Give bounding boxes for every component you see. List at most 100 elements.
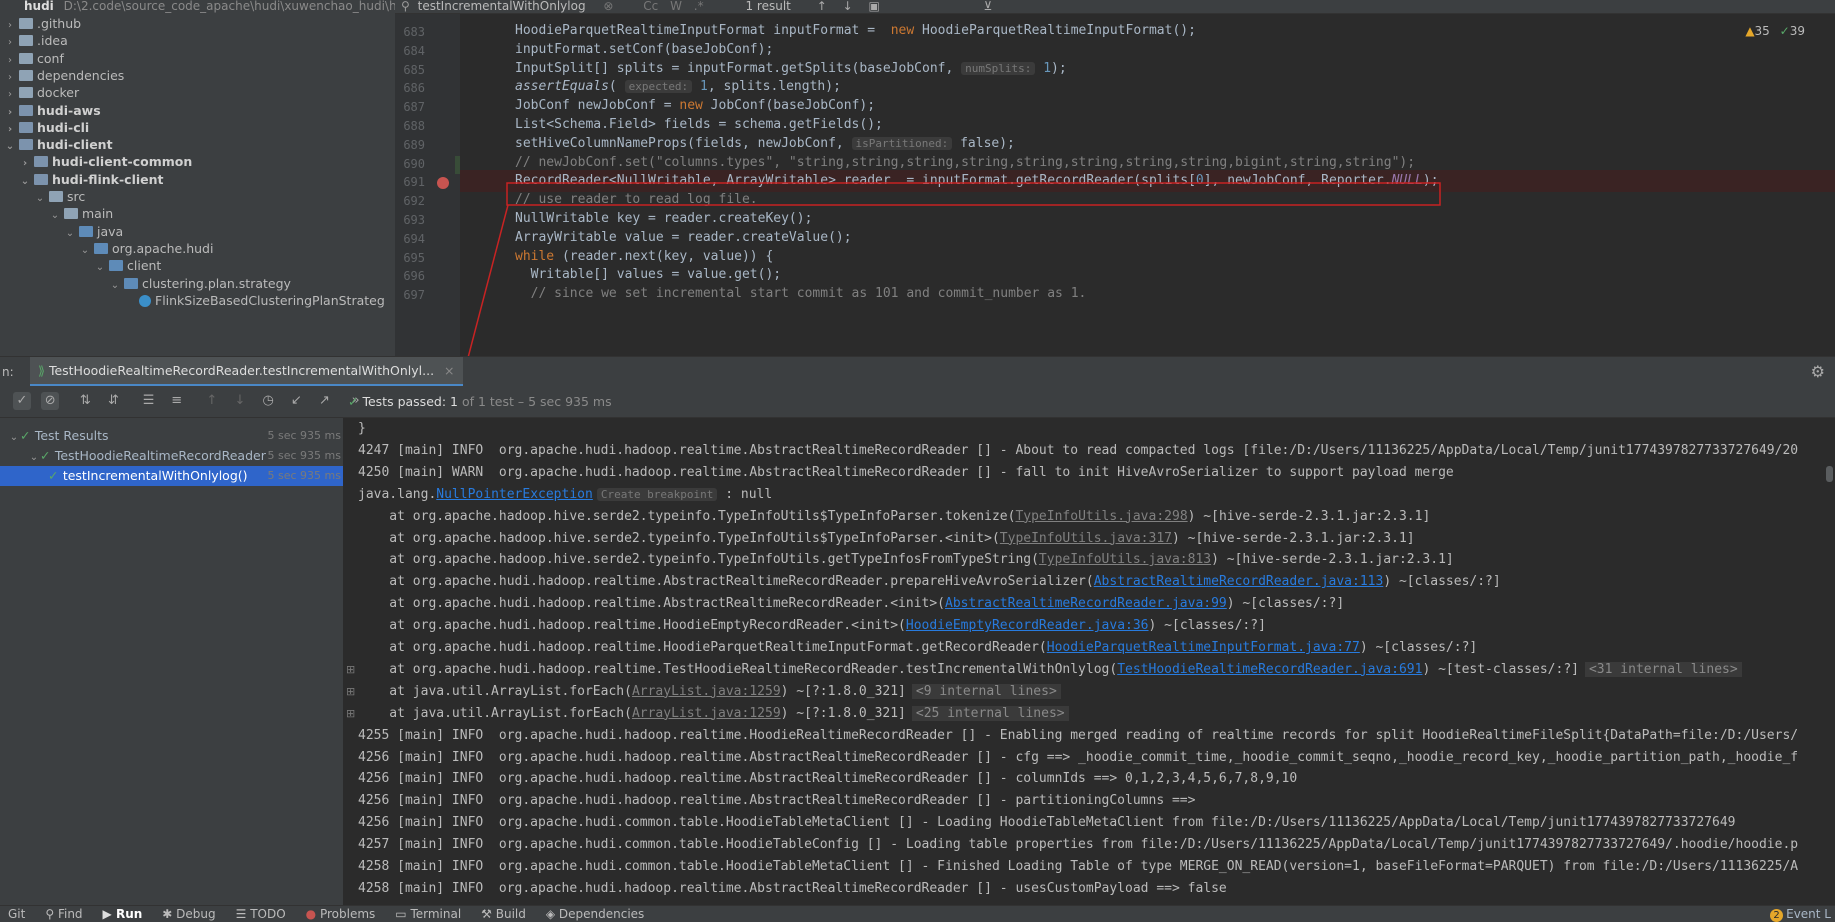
inspection-widget[interactable]: ▲35 ✓39 xyxy=(1745,24,1805,38)
toolwindow-problems[interactable]: ● Problems xyxy=(306,906,376,922)
chevron-down-icon[interactable]: ⌄ xyxy=(8,428,20,448)
run-label: n: xyxy=(2,365,14,379)
show-ignored-icon[interactable]: ⊘ xyxy=(41,392,60,410)
export-tests-icon[interactable]: ↗ xyxy=(315,392,333,410)
library-link[interactable]: ArrayList.java:1259 xyxy=(632,706,781,721)
source-link[interactable]: TestHoodieRealtimeRecordReader.java:691 xyxy=(1117,662,1422,677)
run-toolbar: ✓ ⊘ ⇅ ⇵ ☰ ≡ ↑ ↓ ◷ ↙ ↗ » ✓ Tests passed: … xyxy=(0,386,1835,418)
console-line[interactable]: 4258 [main] INFO org.apache.hudi.hadoop.… xyxy=(358,878,1227,900)
expand-fold-icon[interactable]: ⊞ xyxy=(346,685,355,698)
search-input[interactable]: testIncrementalWithOnlylog xyxy=(418,0,586,13)
console-line[interactable]: 4255 [main] INFO org.apache.hudi.hadoop.… xyxy=(358,725,1798,747)
library-link[interactable]: TypeInfoUtils.java:813 xyxy=(1039,552,1211,567)
sort-alpha-icon[interactable]: ⇅ xyxy=(76,392,94,410)
console-line[interactable]: 4256 [main] INFO org.apache.hudi.hadoop.… xyxy=(358,790,1195,812)
toolwindow-find[interactable]: ⚲ Find xyxy=(45,906,82,922)
test-result-row[interactable]: ⌄ ✓ TestHoodieRealtimeRecordReader 5 sec 9… xyxy=(0,446,343,466)
word-toggle[interactable]: W xyxy=(670,0,682,13)
toolwindow-terminal[interactable]: ▭ Terminal xyxy=(395,906,461,922)
expand-all-icon[interactable]: ☰ xyxy=(140,392,158,410)
chevron-down-icon[interactable]: ⌄ xyxy=(28,448,40,468)
project-tree: hudi D:\2.code\source_code_apache\hudi\x… xyxy=(0,0,395,356)
internal-lines-fold[interactable]: <25 internal lines> xyxy=(911,705,1069,721)
tree-item[interactable]: FlinkSizeBasedClusteringPlanStrateg xyxy=(0,291,385,311)
toolwindow-label: Git xyxy=(8,907,26,921)
console-text: 4258 [main] INFO org.apache.hudi.hadoop.… xyxy=(358,880,1227,896)
console-line[interactable]: at org.apache.hudi.hadoop.realtime.Hoodi… xyxy=(358,637,1477,659)
console-line[interactable]: at java.util.ArrayList.forEach(ArrayList… xyxy=(358,681,1061,703)
folder-icon xyxy=(94,242,108,254)
next-failed-icon[interactable]: ↓ xyxy=(231,392,249,410)
internal-lines-fold[interactable]: <9 internal lines> xyxy=(911,683,1061,699)
import-tests-icon[interactable]: ↙ xyxy=(287,392,305,410)
source-link[interactable]: AbstractRealtimeRecordReader.java:99 xyxy=(945,596,1227,611)
case-toggle[interactable]: Cc xyxy=(643,0,658,13)
toolwindow-debug[interactable]: ✱ Debug xyxy=(162,906,215,922)
console-line[interactable]: 4256 [main] INFO org.apache.hudi.hadoop.… xyxy=(358,747,1798,769)
param-hint: numSplits: xyxy=(961,61,1036,75)
console-line[interactable]: 4256 [main] INFO org.apache.hudi.hadoop.… xyxy=(358,768,1297,790)
console-line[interactable]: at org.apache.hudi.hadoop.realtime.TestH… xyxy=(358,659,1742,681)
source-link[interactable]: HoodieEmptyRecordReader.java:36 xyxy=(906,618,1149,633)
regex-toggle[interactable]: .* xyxy=(694,0,704,13)
expand-fold-icon[interactable]: ⊞ xyxy=(346,663,355,676)
next-occurrence-icon[interactable]: ↓ xyxy=(843,0,853,13)
ok-check-icon: ✓ xyxy=(1779,24,1790,38)
clear-search-icon[interactable]: ⊗ xyxy=(603,0,613,13)
library-link[interactable]: TypeInfoUtils.java:317 xyxy=(1000,531,1172,546)
internal-lines-fold[interactable]: <31 internal lines> xyxy=(1584,661,1742,677)
breakpoint-icon[interactable] xyxy=(437,177,449,190)
code-line[interactable]: // since we set incremental start commit… xyxy=(515,283,1087,305)
line-number: 686 xyxy=(403,81,425,96)
toolwindow-git[interactable]: Git xyxy=(8,906,25,922)
console-line[interactable]: at java.util.ArrayList.forEach(ArrayList… xyxy=(358,703,1069,725)
console-line[interactable]: at org.apache.hadoop.hive.serde2.typeinf… xyxy=(358,549,1453,571)
collapse-all-icon[interactable]: ≡ xyxy=(168,392,186,410)
console-line[interactable]: at org.apache.hudi.hadoop.realtime.Abstr… xyxy=(358,571,1500,593)
create-breakpoint-hint[interactable]: Create breakpoint xyxy=(596,487,718,501)
expand-fold-icon[interactable]: ⊞ xyxy=(346,707,355,720)
toolwindow-label: Dependencies xyxy=(558,907,645,921)
console-line[interactable]: at org.apache.hadoop.hive.serde2.typeinf… xyxy=(358,528,1414,550)
console-line[interactable]: 4256 [main] INFO org.apache.hudi.common.… xyxy=(358,812,1736,834)
prev-occurrence-icon[interactable]: ↑ xyxy=(817,0,827,13)
toolwindow-build[interactable]: ⚒ Build xyxy=(481,906,526,922)
console-line[interactable]: at org.apache.hadoop.hive.serde2.typeinf… xyxy=(358,506,1430,528)
source-link[interactable]: NullPointerException xyxy=(436,487,593,502)
console-line[interactable]: 4257 [main] INFO org.apache.hudi.common.… xyxy=(358,834,1798,856)
prev-failed-icon[interactable]: ↑ xyxy=(203,392,221,410)
toolwindow-run[interactable]: ▶ Run xyxy=(103,906,143,922)
code-tail: 1, splits.length); xyxy=(700,79,841,95)
line-number: 696 xyxy=(403,269,425,284)
close-tab-icon[interactable]: × xyxy=(444,363,454,378)
console-line[interactable]: 4258 [main] INFO org.apache.hudi.common.… xyxy=(358,856,1798,878)
test-result-row[interactable]: ✓ testIncrementalWithOnlylog() 5 sec 935 … xyxy=(0,466,343,486)
event-log[interactable]: 2 Event L xyxy=(1770,906,1831,922)
library-link[interactable]: TypeInfoUtils.java:298 xyxy=(1015,509,1187,524)
select-all-icon[interactable]: ▣ xyxy=(868,0,879,13)
source-link[interactable]: AbstractRealtimeRecordReader.java:113 xyxy=(1094,574,1384,589)
code-editor[interactable]: ▲35 ✓39 HoodieParquetRealtimeInputFormat… xyxy=(460,14,1835,356)
test-result-row[interactable]: ⌄ ✓ Test Results 5 sec 935 ms xyxy=(0,426,343,446)
sort-duration-icon[interactable]: ⇵ xyxy=(104,392,122,410)
console-line[interactable]: at org.apache.hudi.hadoop.realtime.Hoodi… xyxy=(358,615,1266,637)
run-tab[interactable]: ⟫ TestHoodieRealtimeRecordReader.testInc… xyxy=(30,357,463,387)
source-link[interactable]: HoodieParquetRealtimeInputFormat.java:77 xyxy=(1047,640,1360,655)
history-icon[interactable]: ◷ xyxy=(259,392,277,410)
search-icon[interactable]: ⚲ xyxy=(401,0,410,13)
toolwindow-todo[interactable]: ☰ TODO xyxy=(236,906,286,922)
library-link[interactable]: ArrayList.java:1259 xyxy=(632,684,781,699)
console-line[interactable]: 4250 [main] WARN org.apache.hudi.hadoop.… xyxy=(358,462,1454,484)
console-line[interactable]: 4247 [main] INFO org.apache.hudi.hadoop.… xyxy=(358,440,1798,462)
console-scrollbar[interactable] xyxy=(1826,466,1833,482)
console-line[interactable]: } xyxy=(358,418,366,440)
toolwindow-dependencies[interactable]: ◈ Dependencies xyxy=(546,906,644,922)
console-output[interactable]: } 4247 [main] INFO org.apache.hudi.hadoop… xyxy=(343,418,1835,905)
console-line[interactable]: at org.apache.hudi.hadoop.realtime.Abstr… xyxy=(358,593,1344,615)
show-passed-icon[interactable]: ✓ xyxy=(13,392,31,410)
pass-check-icon: ✓ xyxy=(348,394,359,409)
folder-icon xyxy=(19,18,33,29)
settings-gear-icon[interactable]: ⚙ xyxy=(1811,362,1825,381)
filter-icon[interactable]: ⊻ xyxy=(984,0,993,13)
console-line[interactable]: java.lang.NullPointerException Create bre… xyxy=(358,484,772,506)
